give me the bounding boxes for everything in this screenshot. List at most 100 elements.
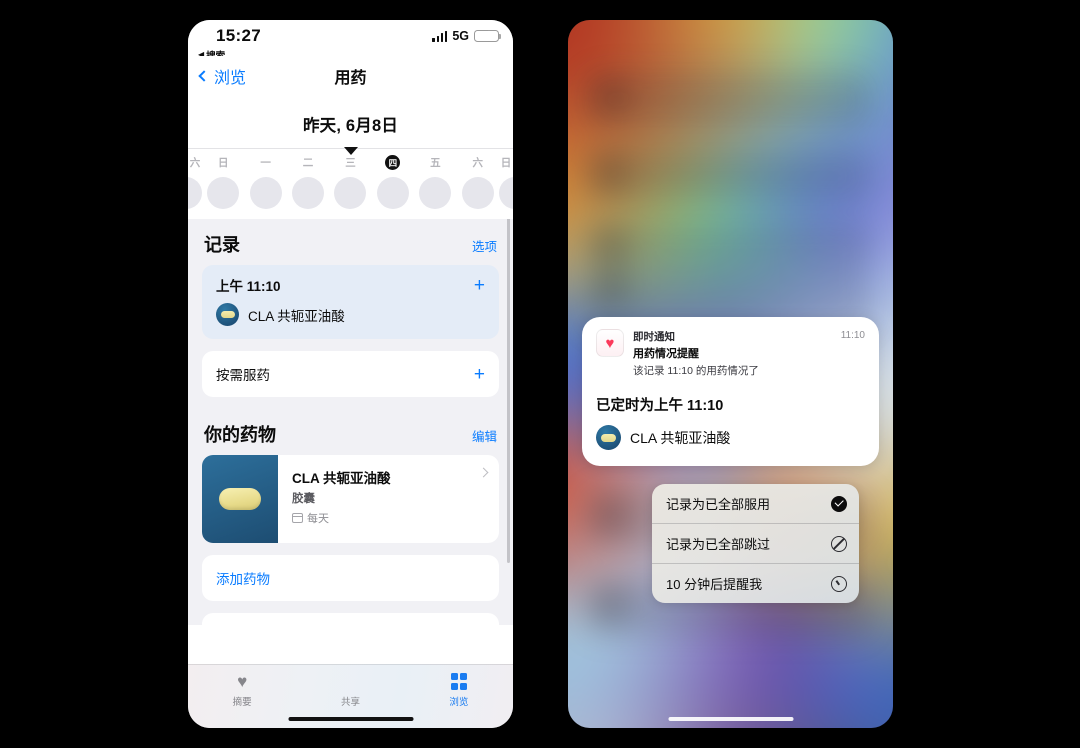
nav-bar: 浏览 用药 (188, 56, 513, 96)
medication-name: CLA 共轭亚油酸 (292, 471, 391, 486)
weekday-label: 日 (500, 157, 512, 169)
tab-sharing[interactable]: 共享 (296, 673, 404, 708)
weekday-label: 日 (217, 157, 229, 169)
as-needed-label: 按需服药 (216, 368, 270, 383)
notification-card[interactable]: ♥ 即时通知 用药情况提醒 该记录 11:10 的用药情况了 11:10 已定时… (582, 317, 879, 466)
weekday-label: 六 (472, 157, 483, 169)
tab-browse[interactable]: 浏览 (405, 673, 513, 708)
notification-title: 用药情况提醒 (633, 348, 699, 360)
records-options-button[interactable]: 选项 (472, 236, 497, 255)
medication-frequency-label: 每天 (307, 513, 329, 525)
records-section-header: 记录 选项 (188, 219, 513, 265)
tab-sharing-label: 共享 (340, 697, 360, 708)
record-entry-card[interactable]: 上午 11:10 + CLA 共轭亚油酸 (202, 265, 499, 339)
weekday-dot (419, 177, 452, 209)
weekday-label: 一 (260, 157, 271, 169)
records-section-title: 记录 (204, 235, 240, 255)
medication-details: CLA 共轭亚油酸 胶囊 每天 (278, 455, 499, 543)
vertical-scrollbar[interactable] (507, 219, 510, 563)
notification-body: 该记录 11:10 的用药情况了 (633, 365, 759, 377)
clock-icon (831, 575, 847, 592)
weekday-label-selected: 四 (385, 155, 401, 170)
weekday-cell[interactable]: 六 (457, 155, 499, 209)
notification-header: ♥ 即时通知 用药情况提醒 该记录 11:10 的用药情况了 11:10 (596, 329, 865, 378)
slash-circle-icon (831, 535, 847, 552)
weekday-dot (207, 177, 240, 209)
medication-list-item[interactable]: CLA 共轭亚油酸 胶囊 每天 (202, 455, 499, 543)
add-record-button[interactable]: + (474, 276, 485, 295)
home-indicator[interactable] (288, 716, 413, 721)
weekday-cell[interactable]: 日 (498, 155, 513, 209)
medication-image (202, 455, 278, 543)
battery-charging-icon: ⚡ (474, 29, 502, 43)
record-time-label: 上午 11:10 (216, 279, 281, 294)
action-label: 10 分钟后提醒我 (666, 577, 763, 592)
add-medication-button[interactable]: 添加药物 (202, 555, 499, 601)
weekday-dot (292, 177, 325, 209)
export-pdf-button[interactable]: 导出药物列表 PDF (202, 613, 499, 625)
medications-section-title: 你的药物 (204, 425, 276, 445)
weekday-dot (461, 177, 494, 209)
cellular-bars-icon (432, 30, 448, 42)
weekday-cell[interactable]: 日 (202, 155, 244, 209)
weekday-dot (334, 177, 367, 209)
weekday-cell[interactable]: 五 (414, 155, 456, 209)
notification-app-name: 即时通知 (633, 331, 675, 343)
tab-summary-label: 摘要 (232, 697, 252, 708)
right-phone-screen: ♥ 即时通知 用药情况提醒 该记录 11:10 的用药情况了 11:10 已定时… (568, 20, 893, 728)
notification-text: 即时通知 用药情况提醒 该记录 11:10 的用药情况了 (633, 329, 832, 378)
medication-form: 胶囊 (292, 493, 315, 505)
grid-icon (450, 673, 468, 690)
pill-icon (596, 425, 621, 450)
medication-frequency: 每天 (292, 510, 487, 526)
notification-medication-row: CLA 共轭亚油酸 (596, 425, 865, 450)
tab-browse-label: 浏览 (449, 696, 469, 708)
scheduled-time-label: 已定时为上午 11:10 (596, 398, 724, 414)
action-mark-all-taken[interactable]: 记录为已全部服用 (652, 484, 859, 523)
content-scroll-area[interactable]: 记录 选项 上午 11:10 + CLA 共轭亚油酸 按需服药 + 你的药物 编… (188, 219, 513, 625)
notification-time: 11:10 (840, 330, 865, 341)
weekday-label: 五 (430, 157, 441, 169)
notification-actions-menu: 记录为已全部服用 记录为已全部跳过 10 分钟后提醒我 (652, 484, 859, 603)
tab-summary[interactable]: ♥ 摘要 (188, 673, 296, 708)
pill-icon (216, 303, 239, 326)
record-entry-header: 上午 11:10 + (202, 265, 499, 297)
action-label: 记录为已全部服用 (666, 497, 771, 512)
page-title: 用药 (334, 70, 367, 87)
status-bar: 15:27 ◀ 搜索 5G ⚡ (188, 20, 513, 62)
network-type-label: 5G (452, 29, 469, 43)
screenshot-stage: 15:27 ◀ 搜索 5G ⚡ 浏览 用药 昨天, 6月8日 (0, 0, 1080, 748)
weekday-label: 六 (189, 157, 201, 169)
record-medication-name: CLA 共轭亚油酸 (248, 308, 345, 324)
weekday-label: 三 (345, 157, 356, 169)
as-needed-card[interactable]: 按需服药 + (202, 351, 499, 397)
checkmark-circle-filled-icon (831, 495, 847, 512)
left-phone-screen: 15:27 ◀ 搜索 5G ⚡ 浏览 用药 昨天, 6月8日 (188, 20, 513, 728)
notification-medication-name: CLA 共轭亚油酸 (630, 429, 731, 446)
heart-icon: ♥ (237, 672, 248, 691)
date-pointer-icon (343, 147, 358, 155)
weekday-cell[interactable]: 二 (287, 155, 329, 209)
date-header[interactable]: 昨天, 6月8日 (188, 96, 513, 142)
calendar-icon (292, 513, 303, 523)
weekday-row[interactable]: 六 日 一 二 三 四 五 六 日 (188, 149, 513, 219)
action-remind-in-10-min[interactable]: 10 分钟后提醒我 (652, 563, 859, 603)
weekday-label: 二 (302, 157, 314, 169)
medications-edit-button[interactable]: 编辑 (472, 426, 497, 445)
weekday-cell-selected[interactable]: 四 (372, 155, 414, 209)
action-label: 记录为已全部跳过 (666, 537, 771, 552)
health-heart-icon: ♥ (596, 329, 624, 357)
record-medication-row[interactable]: CLA 共轭亚油酸 (202, 297, 499, 339)
home-indicator[interactable] (668, 716, 793, 721)
weekday-cell[interactable]: 三 (329, 155, 371, 209)
action-mark-all-skipped[interactable]: 记录为已全部跳过 (652, 523, 859, 563)
weekday-strip: 六 日 一 二 三 四 五 六 日 (188, 147, 513, 219)
weekday-dot (498, 177, 513, 209)
capsule-icon (219, 488, 261, 510)
weekday-cell[interactable]: 一 (244, 155, 286, 209)
add-as-needed-button[interactable]: + (474, 365, 485, 384)
status-bar-time: 15:27 (216, 26, 261, 45)
status-bar-indicators: 5G ⚡ (432, 29, 502, 43)
medications-section-header: 你的药物 编辑 (188, 409, 513, 455)
weekday-cell[interactable]: 六 (188, 155, 202, 209)
